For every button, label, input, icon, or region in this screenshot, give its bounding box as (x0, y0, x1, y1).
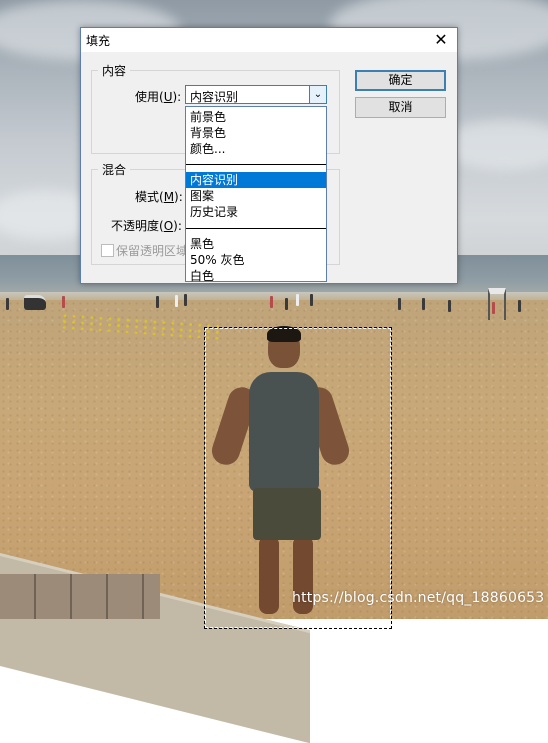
option-white[interactable]: 白色 (186, 268, 326, 283)
close-icon[interactable]: ✕ (431, 30, 451, 50)
beachgoer (296, 294, 299, 306)
cancel-button[interactable]: 取消 (355, 97, 446, 118)
preserve-transparency-checkbox[interactable] (101, 244, 114, 257)
beachgoer (175, 295, 178, 307)
blend-group-label: 混合 (98, 161, 131, 178)
beachgoer (422, 298, 425, 310)
chevron-down-icon[interactable]: ⌄ (309, 86, 326, 103)
separator (186, 164, 326, 165)
dialog-titlebar[interactable]: 填充 ✕ (81, 28, 457, 52)
ok-button[interactable]: 确定 (355, 70, 446, 91)
beachgoer (6, 298, 9, 310)
watermark: https://blog.csdn.net/qq_18860653 (292, 590, 545, 606)
content-group-label: 内容 (98, 62, 131, 79)
beachgoer (270, 296, 273, 308)
use-label: 使用(U): (135, 90, 182, 104)
beachgoer (310, 294, 313, 306)
beachgoer (156, 296, 159, 308)
beachgoer (398, 298, 401, 310)
beachgoer (62, 296, 65, 308)
selection-marquee[interactable] (204, 327, 392, 629)
beachgoer (492, 302, 495, 314)
use-dropdown-list: 前景色 背景色 颜色... 内容识别 图案 历史记录 黑色 50% 灰色 白色 (185, 106, 327, 283)
preserve-transparency-label: 保留透明区域 (116, 244, 189, 258)
mode-label: 模式(M): (135, 190, 183, 204)
option-history[interactable]: 历史记录 (186, 204, 326, 220)
beachgoer (184, 294, 187, 306)
lifeguard-tower (488, 288, 506, 320)
boardwalk (0, 574, 160, 619)
option-color[interactable]: 颜色... (186, 141, 326, 157)
option-pattern[interactable]: 图案 (186, 188, 326, 204)
dialog-title: 填充 (86, 34, 111, 48)
separator (186, 228, 326, 229)
use-select-value: 内容识别 (190, 90, 239, 104)
opacity-label: 不透明度(O): (111, 219, 182, 233)
option-black[interactable]: 黑色 (186, 236, 326, 252)
option-50-gray[interactable]: 50% 灰色 (186, 252, 326, 268)
option-content-aware[interactable]: 内容识别 (186, 172, 326, 188)
beachgoer (285, 298, 288, 310)
option-background-color[interactable]: 背景色 (186, 125, 326, 141)
beachgoer (518, 300, 521, 312)
option-foreground-color[interactable]: 前景色 (186, 109, 326, 125)
jet-ski (24, 295, 46, 310)
use-select[interactable]: 内容识别 ⌄ (185, 85, 327, 104)
beachgoer (448, 300, 451, 312)
